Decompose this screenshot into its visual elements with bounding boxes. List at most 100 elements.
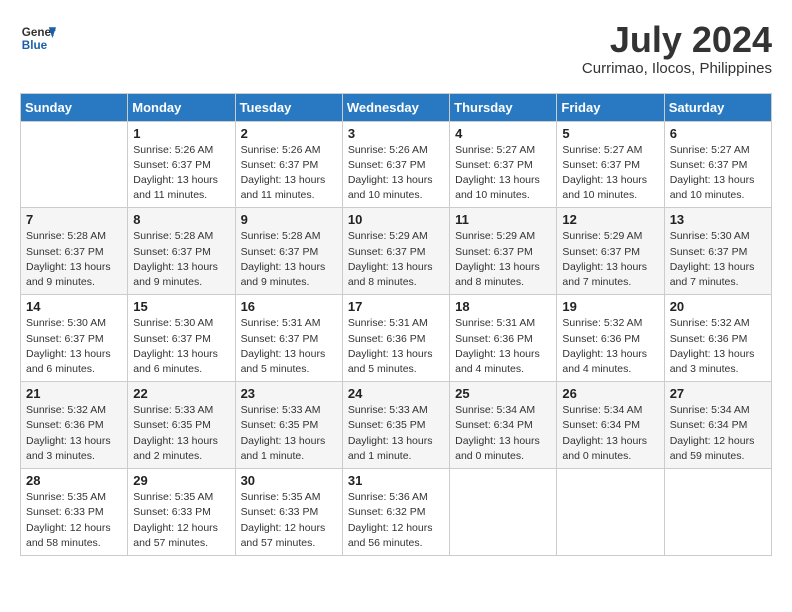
day-number: 14 <box>26 299 122 314</box>
day-number: 3 <box>348 126 444 141</box>
calendar-cell: 24 Sunrise: 5:33 AM Sunset: 6:35 PM Dayli… <box>342 382 449 469</box>
day-info: Sunrise: 5:28 AM Sunset: 6:37 PM Dayligh… <box>133 229 229 290</box>
day-number: 17 <box>348 299 444 314</box>
day-number: 30 <box>241 473 337 488</box>
day-info: Sunrise: 5:29 AM Sunset: 6:37 PM Dayligh… <box>562 229 658 290</box>
day-number: 27 <box>670 386 766 401</box>
calendar-cell: 15 Sunrise: 5:30 AM Sunset: 6:37 PM Dayli… <box>128 295 235 382</box>
day-info: Sunrise: 5:29 AM Sunset: 6:37 PM Dayligh… <box>348 229 444 290</box>
calendar-cell: 8 Sunrise: 5:28 AM Sunset: 6:37 PM Daylig… <box>128 208 235 295</box>
day-number: 6 <box>670 126 766 141</box>
day-info: Sunrise: 5:31 AM Sunset: 6:37 PM Dayligh… <box>241 316 337 377</box>
day-info: Sunrise: 5:30 AM Sunset: 6:37 PM Dayligh… <box>26 316 122 377</box>
day-number: 12 <box>562 212 658 227</box>
day-header-thursday: Thursday <box>450 93 557 121</box>
day-number: 11 <box>455 212 551 227</box>
day-number: 24 <box>348 386 444 401</box>
calendar-cell: 6 Sunrise: 5:27 AM Sunset: 6:37 PM Daylig… <box>664 121 771 208</box>
day-info: Sunrise: 5:27 AM Sunset: 6:37 PM Dayligh… <box>562 143 658 204</box>
calendar-cell: 22 Sunrise: 5:33 AM Sunset: 6:35 PM Dayli… <box>128 382 235 469</box>
day-number: 25 <box>455 386 551 401</box>
day-info: Sunrise: 5:32 AM Sunset: 6:36 PM Dayligh… <box>562 316 658 377</box>
day-number: 10 <box>348 212 444 227</box>
calendar-cell: 1 Sunrise: 5:26 AM Sunset: 6:37 PM Daylig… <box>128 121 235 208</box>
calendar-cell: 29 Sunrise: 5:35 AM Sunset: 6:33 PM Dayli… <box>128 469 235 556</box>
day-info: Sunrise: 5:30 AM Sunset: 6:37 PM Dayligh… <box>133 316 229 377</box>
day-info: Sunrise: 5:33 AM Sunset: 6:35 PM Dayligh… <box>241 403 337 464</box>
day-info: Sunrise: 5:29 AM Sunset: 6:37 PM Dayligh… <box>455 229 551 290</box>
calendar-cell: 13 Sunrise: 5:30 AM Sunset: 6:37 PM Dayli… <box>664 208 771 295</box>
calendar-cell <box>450 469 557 556</box>
day-info: Sunrise: 5:32 AM Sunset: 6:36 PM Dayligh… <box>26 403 122 464</box>
title-block: July 2024 Currimao, Ilocos, Philippines <box>582 20 772 77</box>
day-info: Sunrise: 5:26 AM Sunset: 6:37 PM Dayligh… <box>348 143 444 204</box>
day-number: 16 <box>241 299 337 314</box>
day-number: 29 <box>133 473 229 488</box>
calendar-cell: 25 Sunrise: 5:34 AM Sunset: 6:34 PM Dayli… <box>450 382 557 469</box>
day-info: Sunrise: 5:34 AM Sunset: 6:34 PM Dayligh… <box>455 403 551 464</box>
day-info: Sunrise: 5:35 AM Sunset: 6:33 PM Dayligh… <box>133 490 229 551</box>
day-info: Sunrise: 5:31 AM Sunset: 6:36 PM Dayligh… <box>348 316 444 377</box>
calendar-cell: 3 Sunrise: 5:26 AM Sunset: 6:37 PM Daylig… <box>342 121 449 208</box>
day-number: 4 <box>455 126 551 141</box>
day-info: Sunrise: 5:33 AM Sunset: 6:35 PM Dayligh… <box>348 403 444 464</box>
day-number: 28 <box>26 473 122 488</box>
day-info: Sunrise: 5:26 AM Sunset: 6:37 PM Dayligh… <box>133 143 229 204</box>
calendar-cell: 2 Sunrise: 5:26 AM Sunset: 6:37 PM Daylig… <box>235 121 342 208</box>
day-header-friday: Friday <box>557 93 664 121</box>
calendar-cell <box>21 121 128 208</box>
calendar-cell <box>664 469 771 556</box>
logo-icon: General Blue <box>20 20 56 56</box>
day-number: 2 <box>241 126 337 141</box>
day-info: Sunrise: 5:28 AM Sunset: 6:37 PM Dayligh… <box>241 229 337 290</box>
calendar-cell: 28 Sunrise: 5:35 AM Sunset: 6:33 PM Dayli… <box>21 469 128 556</box>
day-info: Sunrise: 5:26 AM Sunset: 6:37 PM Dayligh… <box>241 143 337 204</box>
day-header-saturday: Saturday <box>664 93 771 121</box>
calendar-cell: 19 Sunrise: 5:32 AM Sunset: 6:36 PM Dayli… <box>557 295 664 382</box>
day-info: Sunrise: 5:35 AM Sunset: 6:33 PM Dayligh… <box>26 490 122 551</box>
calendar-table: SundayMondayTuesdayWednesdayThursdayFrid… <box>20 93 772 556</box>
day-header-tuesday: Tuesday <box>235 93 342 121</box>
day-info: Sunrise: 5:36 AM Sunset: 6:32 PM Dayligh… <box>348 490 444 551</box>
day-number: 7 <box>26 212 122 227</box>
day-info: Sunrise: 5:32 AM Sunset: 6:36 PM Dayligh… <box>670 316 766 377</box>
day-number: 23 <box>241 386 337 401</box>
day-info: Sunrise: 5:35 AM Sunset: 6:33 PM Dayligh… <box>241 490 337 551</box>
day-info: Sunrise: 5:30 AM Sunset: 6:37 PM Dayligh… <box>670 229 766 290</box>
day-info: Sunrise: 5:34 AM Sunset: 6:34 PM Dayligh… <box>670 403 766 464</box>
day-number: 22 <box>133 386 229 401</box>
calendar-cell: 11 Sunrise: 5:29 AM Sunset: 6:37 PM Dayli… <box>450 208 557 295</box>
day-info: Sunrise: 5:27 AM Sunset: 6:37 PM Dayligh… <box>670 143 766 204</box>
day-info: Sunrise: 5:34 AM Sunset: 6:34 PM Dayligh… <box>562 403 658 464</box>
calendar-cell: 4 Sunrise: 5:27 AM Sunset: 6:37 PM Daylig… <box>450 121 557 208</box>
day-header-sunday: Sunday <box>21 93 128 121</box>
day-info: Sunrise: 5:31 AM Sunset: 6:36 PM Dayligh… <box>455 316 551 377</box>
day-info: Sunrise: 5:33 AM Sunset: 6:35 PM Dayligh… <box>133 403 229 464</box>
calendar-cell: 26 Sunrise: 5:34 AM Sunset: 6:34 PM Dayli… <box>557 382 664 469</box>
day-number: 13 <box>670 212 766 227</box>
calendar-cell: 16 Sunrise: 5:31 AM Sunset: 6:37 PM Dayli… <box>235 295 342 382</box>
day-number: 31 <box>348 473 444 488</box>
day-number: 19 <box>562 299 658 314</box>
calendar-cell: 30 Sunrise: 5:35 AM Sunset: 6:33 PM Dayli… <box>235 469 342 556</box>
calendar-header: SundayMondayTuesdayWednesdayThursdayFrid… <box>21 93 772 121</box>
calendar-cell: 31 Sunrise: 5:36 AM Sunset: 6:32 PM Dayli… <box>342 469 449 556</box>
day-number: 8 <box>133 212 229 227</box>
calendar-cell: 7 Sunrise: 5:28 AM Sunset: 6:37 PM Daylig… <box>21 208 128 295</box>
logo: General Blue <box>20 20 56 56</box>
calendar-cell: 20Sunrise: 5:32 AM Sunset: 6:36 PM Dayli… <box>664 295 771 382</box>
day-number: 5 <box>562 126 658 141</box>
day-number: 26 <box>562 386 658 401</box>
day-info: Sunrise: 5:27 AM Sunset: 6:37 PM Dayligh… <box>455 143 551 204</box>
calendar-cell: 17 Sunrise: 5:31 AM Sunset: 6:36 PM Dayli… <box>342 295 449 382</box>
day-number: 15 <box>133 299 229 314</box>
calendar-cell: 18Sunrise: 5:31 AM Sunset: 6:36 PM Dayli… <box>450 295 557 382</box>
svg-text:Blue: Blue <box>22 39 48 52</box>
calendar-cell: 21 Sunrise: 5:32 AM Sunset: 6:36 PM Dayli… <box>21 382 128 469</box>
day-number: 21 <box>26 386 122 401</box>
day-number: 9 <box>241 212 337 227</box>
calendar-cell: 12 Sunrise: 5:29 AM Sunset: 6:37 PM Dayli… <box>557 208 664 295</box>
day-info: Sunrise: 5:28 AM Sunset: 6:37 PM Dayligh… <box>26 229 122 290</box>
calendar-cell: 23 Sunrise: 5:33 AM Sunset: 6:35 PM Dayli… <box>235 382 342 469</box>
day-number: 1 <box>133 126 229 141</box>
